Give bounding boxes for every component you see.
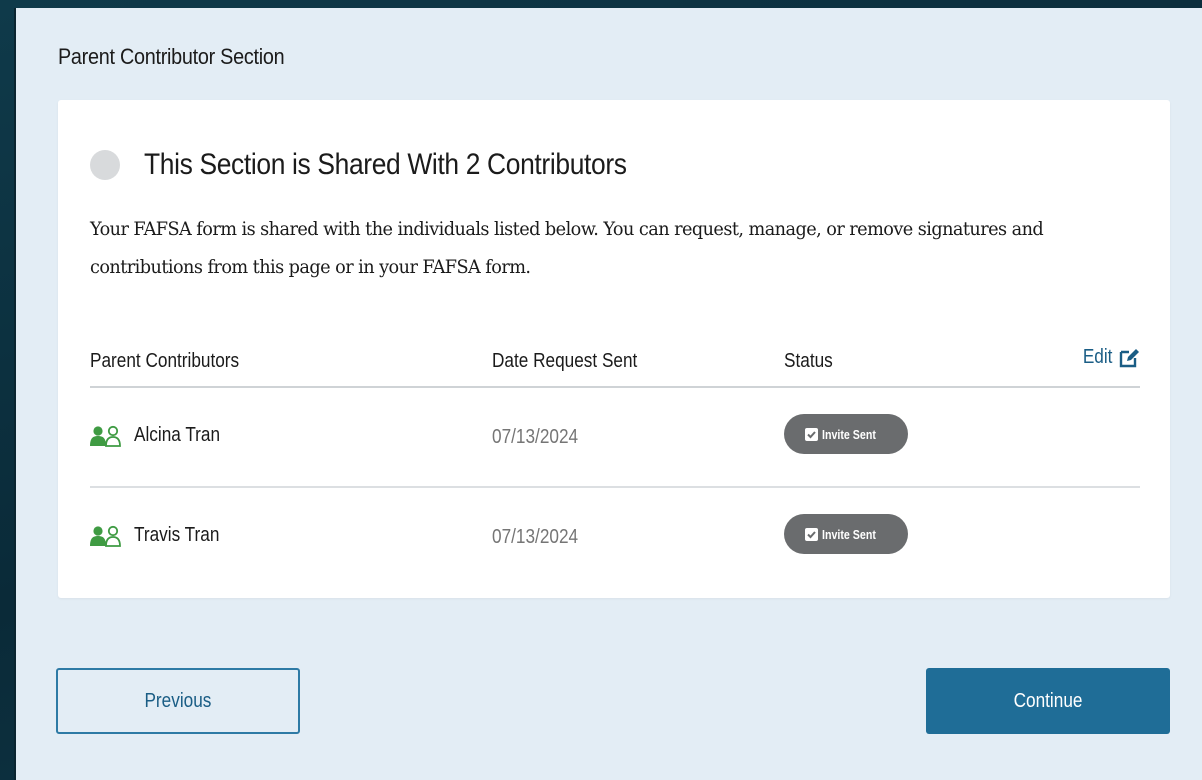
contributor-name-cell: Travis Tran bbox=[90, 524, 233, 547]
continue-button-label: Continue bbox=[1013, 689, 1083, 712]
card-heading: This Section is Shared With 2 Contributo… bbox=[144, 148, 627, 181]
column-header-contributors: Parent Contributors bbox=[90, 350, 240, 372]
contributor-name-cell: Alcina Tran bbox=[90, 424, 234, 447]
status-badge-label: Invite Sent bbox=[821, 426, 876, 442]
card-header: This Section is Shared With 2 Contributo… bbox=[90, 148, 692, 182]
status-badge: Invite Sent bbox=[784, 414, 908, 454]
table-header: Parent Contributors Date Request Sent St… bbox=[90, 332, 1140, 388]
contributor-name: Alcina Tran bbox=[134, 424, 221, 446]
column-header-date: Date Request Sent bbox=[492, 350, 638, 372]
previous-button[interactable]: Previous bbox=[56, 668, 300, 734]
table-row: Travis Tran 07/13/2024 Invite Sent bbox=[90, 488, 1140, 588]
checkbox-icon bbox=[804, 527, 818, 541]
card-description: Your FAFSA form is shared with the indiv… bbox=[90, 218, 1044, 278]
edit-icon bbox=[1119, 348, 1139, 367]
edit-label: Edit bbox=[1082, 346, 1112, 368]
contributors-table: Parent Contributors Date Request Sent St… bbox=[90, 332, 1140, 588]
people-icon bbox=[90, 525, 121, 547]
status-dot-icon bbox=[90, 150, 120, 180]
previous-button-label: Previous bbox=[144, 689, 212, 712]
people-icon bbox=[90, 425, 121, 447]
checkbox-icon bbox=[804, 427, 818, 441]
contributors-card: This Section is Shared With 2 Contributo… bbox=[58, 100, 1170, 598]
section-title: Parent Contributor Section bbox=[58, 44, 285, 69]
contributor-name: Travis Tran bbox=[134, 524, 220, 546]
request-date: 07/13/2024 bbox=[492, 426, 579, 448]
status-badge: Invite Sent bbox=[784, 514, 908, 554]
edit-link[interactable]: Edit bbox=[1078, 346, 1140, 369]
request-date: 07/13/2024 bbox=[492, 526, 579, 548]
table-row: Alcina Tran 07/13/2024 Invite Sent bbox=[90, 388, 1140, 488]
column-header-status: Status bbox=[784, 350, 833, 372]
page-frame: Parent Contributor Section This Section … bbox=[14, 8, 1202, 780]
status-badge-label: Invite Sent bbox=[821, 526, 876, 542]
continue-button[interactable]: Continue bbox=[926, 668, 1170, 734]
